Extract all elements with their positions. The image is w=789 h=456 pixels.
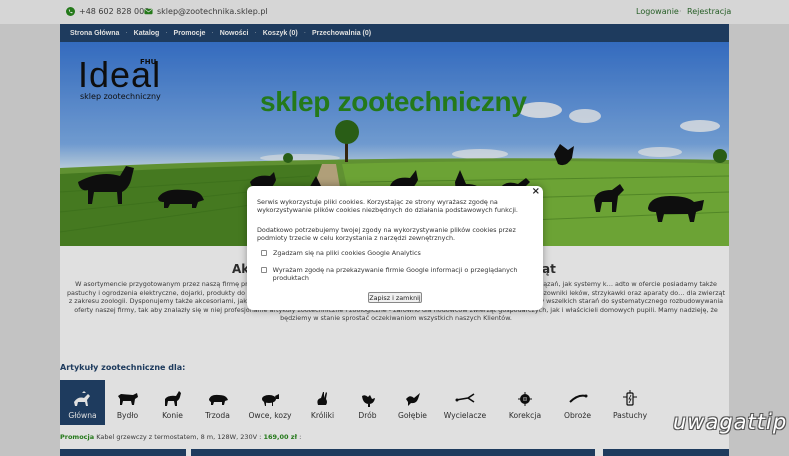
cookie-thirdparty-text: Dodatkowo potrzebujemy twojej zgody na w…: [257, 226, 516, 243]
analytics-consent-label: Zgadzam się na pliki cookies Google Anal…: [273, 249, 421, 257]
close-icon[interactable]: ×: [532, 186, 540, 197]
google-data-consent-label: Wyrażam zgodę na przekazywanie firmie Go…: [272, 266, 518, 283]
google-data-consent-checkbox[interactable]: [261, 267, 267, 273]
cookie-info-text: Serwis wykorzystuje pliki cookies. Korzy…: [257, 198, 518, 215]
cookie-consent-dialog: × Serwis wykorzystuje pliki cookies. Kor…: [247, 186, 543, 310]
save-and-close-button[interactable]: Zapisz i zamknij: [368, 292, 422, 303]
analytics-consent-option[interactable]: Zgadzam się na pliki cookies Google Anal…: [261, 249, 421, 257]
site-watermark: uwagattip: [673, 410, 788, 434]
analytics-consent-checkbox[interactable]: [261, 250, 267, 256]
google-data-consent-option[interactable]: Wyrażam zgodę na przekazywanie firmie Go…: [261, 266, 531, 283]
